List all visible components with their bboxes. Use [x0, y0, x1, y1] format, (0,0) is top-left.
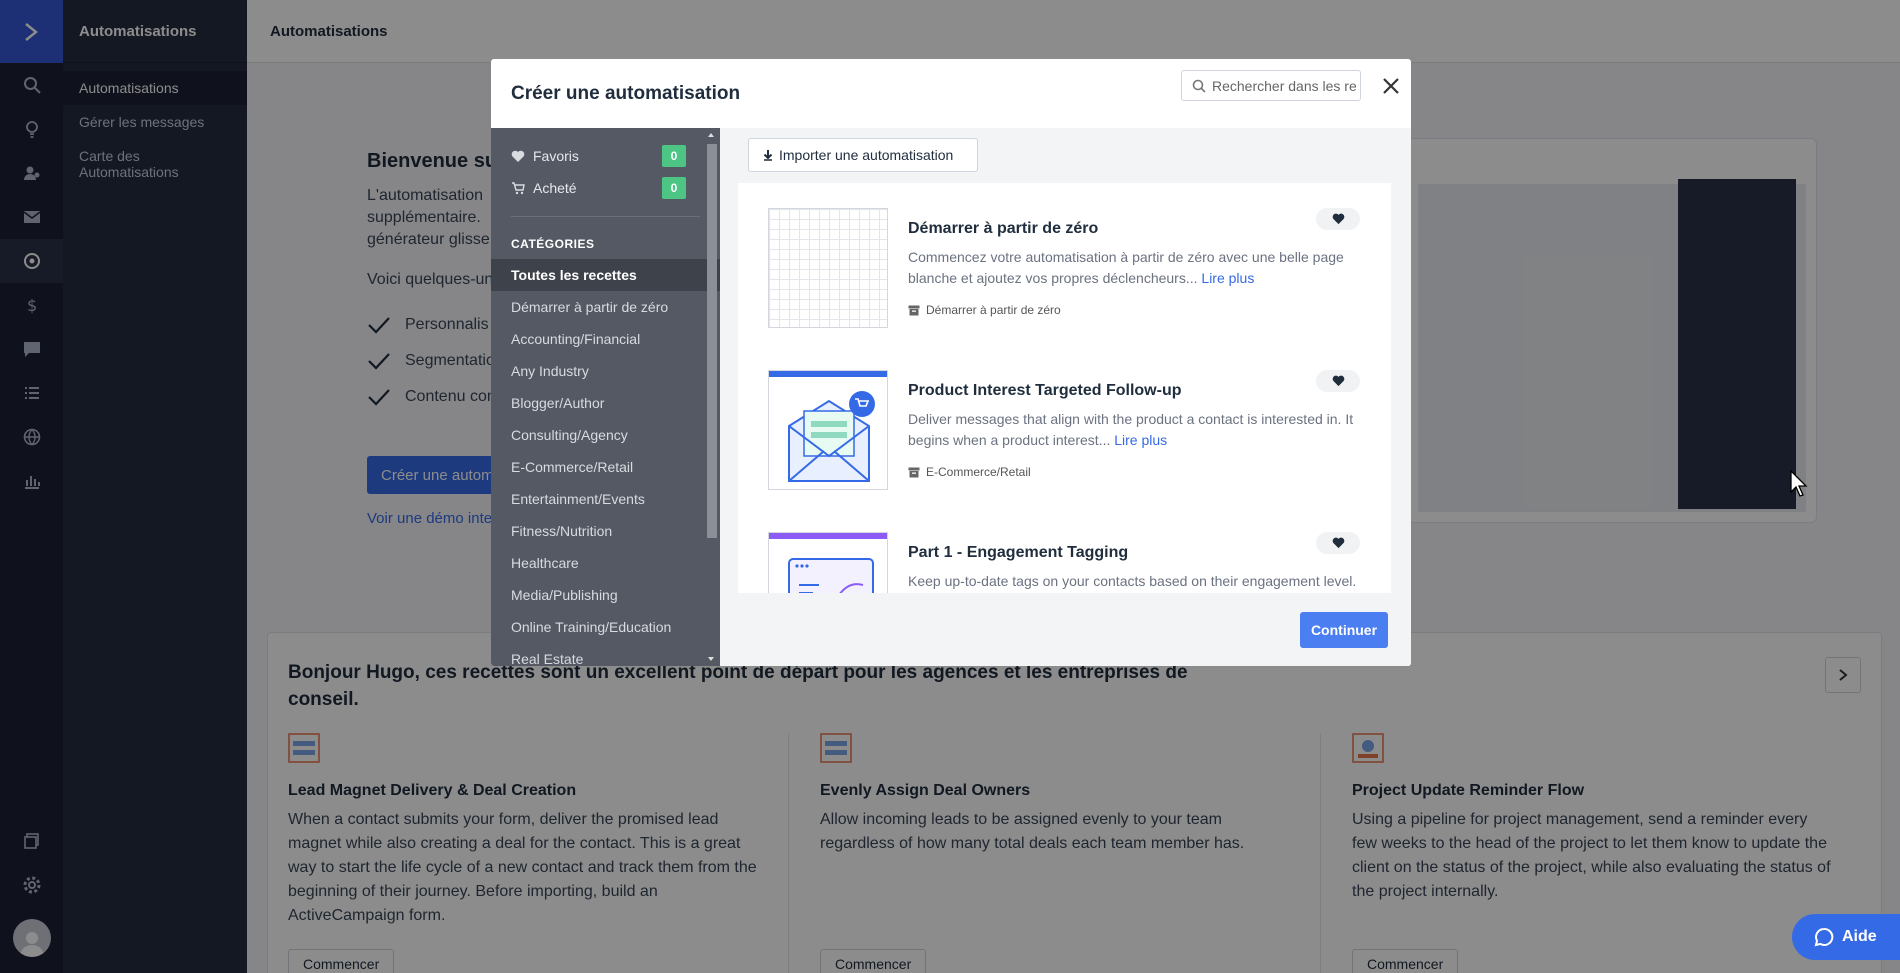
heart-icon: [1332, 213, 1344, 225]
import-label: Importer une automatisation: [779, 147, 954, 163]
template-thumbnail: [768, 208, 888, 328]
favorites-label: Favoris: [533, 148, 579, 164]
modal-title: Créer une automatisation: [511, 82, 741, 104]
cart-icon: [512, 181, 525, 194]
category-item[interactable]: Démarrer à partir de zéro: [491, 291, 720, 323]
template-description: Keep up-to-date tags on your contacts ba…: [908, 573, 1357, 589]
template-description: Deliver messages that align with the pro…: [908, 411, 1354, 448]
favorite-heart-button[interactable]: [1316, 532, 1360, 554]
archive-box-icon: [908, 467, 920, 477]
recipe-search: [1181, 70, 1361, 101]
category-sidebar: Favoris 0 Acheté 0 CATÉGORIES Toutes les…: [491, 128, 720, 666]
template-thumbnail: [768, 370, 888, 490]
search-icon: [1192, 79, 1206, 93]
scroll-up-icon: [708, 133, 714, 137]
category-item[interactable]: Media/Publishing: [491, 579, 720, 611]
search-input[interactable]: [1212, 77, 1356, 94]
sidebar-item-purchased[interactable]: Acheté 0: [491, 172, 720, 204]
chat-bubble-icon: [1814, 927, 1834, 947]
template-category: Démarrer à partir de zéro: [908, 303, 1061, 317]
template-title: Product Interest Targeted Follow-up: [908, 382, 1182, 399]
sidebar-scrollbar[interactable]: [704, 128, 718, 666]
help-button[interactable]: Aide: [1792, 914, 1900, 960]
category-item[interactable]: Any Industry: [491, 355, 720, 387]
import-automation-button[interactable]: Importer une automatisation: [748, 138, 978, 172]
category-item[interactable]: Accounting/Financial: [491, 323, 720, 355]
scroll-down-icon: [708, 657, 714, 661]
purchased-label: Acheté: [533, 180, 577, 196]
category-item[interactable]: Blogger/Author: [491, 387, 720, 419]
categories-heading: CATÉGORIES: [511, 237, 595, 251]
favorite-heart-button[interactable]: [1316, 370, 1360, 392]
favorites-count-badge: 0: [662, 145, 686, 167]
template-list: Démarrer à partir de zéro Commencez votr…: [738, 183, 1391, 593]
template-title: Démarrer à partir de zéro: [908, 220, 1099, 237]
category-item[interactable]: Consulting/Agency: [491, 419, 720, 451]
help-label: Aide: [1842, 928, 1877, 945]
category-item[interactable]: E-Commerce/Retail: [491, 451, 720, 483]
purchased-count-badge: 0: [662, 177, 686, 199]
favorite-heart-button[interactable]: [1316, 208, 1360, 230]
template-title: Part 1 - Engagement Tagging: [908, 544, 1129, 561]
read-more-link[interactable]: Lire plus: [1114, 432, 1167, 448]
category-item[interactable]: Fitness/Nutrition: [491, 515, 720, 547]
archive-box-icon: [908, 305, 920, 315]
create-automation-modal: Créer une automatisation Favoris 0 Achet…: [491, 59, 1411, 666]
read-more-link[interactable]: Lire plus: [1201, 270, 1254, 286]
category-item[interactable]: Toutes les recettes: [491, 259, 720, 291]
template-description: Commencez votre automatisation à partir …: [908, 249, 1344, 286]
template-card[interactable]: Démarrer à partir de zéro Commencez votr…: [738, 183, 1378, 345]
continue-button[interactable]: Continuer: [1300, 612, 1388, 648]
category-item[interactable]: Real Estate: [491, 643, 720, 666]
mouse-cursor-icon: [1790, 470, 1808, 497]
modal-header: Créer une automatisation: [491, 59, 1411, 128]
download-arrow-icon: [763, 150, 773, 161]
template-card[interactable]: Product Interest Targeted Follow-up Deli…: [738, 345, 1378, 507]
template-category: E-Commerce/Retail: [908, 465, 1031, 479]
close-icon[interactable]: [1378, 73, 1404, 99]
heart-icon: [1332, 375, 1344, 387]
template-thumbnail: [768, 532, 888, 593]
category-item[interactable]: Online Training/Education: [491, 611, 720, 643]
template-card[interactable]: Part 1 - Engagement Tagging Keep up-to-d…: [738, 507, 1378, 593]
recipe-browser: Importer une automatisation Démarrer à p…: [720, 128, 1411, 666]
divider: [511, 216, 700, 217]
heart-icon: [1332, 537, 1344, 549]
scrollbar-thumb[interactable]: [707, 144, 717, 538]
heart-icon: [511, 150, 525, 162]
category-item[interactable]: Healthcare: [491, 547, 720, 579]
category-item[interactable]: Entertainment/Events: [491, 483, 720, 515]
sidebar-item-favorites[interactable]: Favoris 0: [491, 140, 720, 172]
